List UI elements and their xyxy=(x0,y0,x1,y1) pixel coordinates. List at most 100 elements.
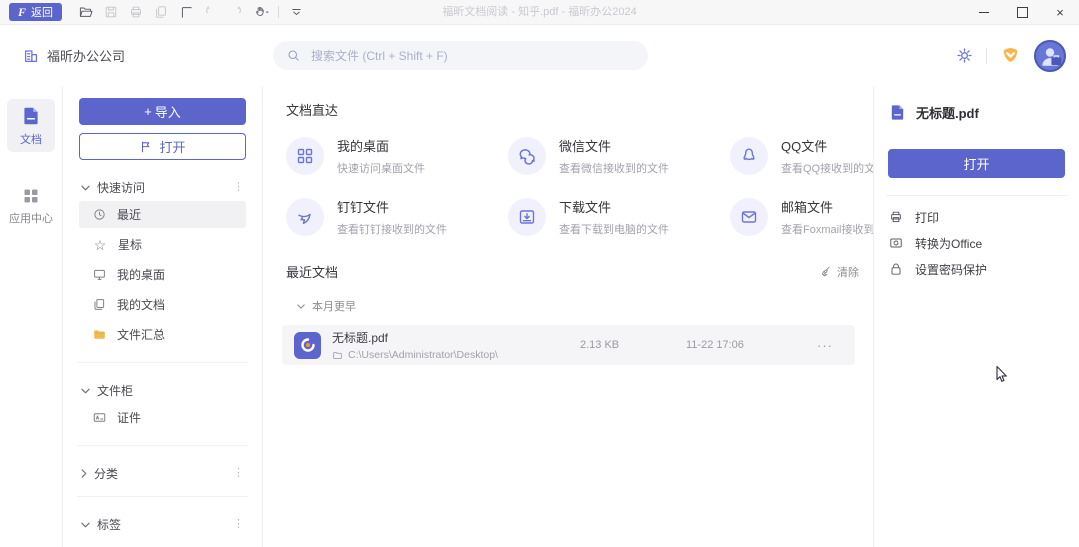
panel-action-label: 转换为Office xyxy=(915,235,982,252)
card-qq-files[interactable]: QQ文件 查看QQ接收到的文件 xyxy=(730,136,873,176)
kebab-menu-icon[interactable]: ⋮ xyxy=(233,519,244,530)
recent-group-earlier-this-month[interactable]: 本月更早 xyxy=(286,298,873,314)
sidebar-item-my-desktop[interactable]: 我的桌面 xyxy=(79,261,246,288)
card-download-files[interactable]: 下载文件 查看下载到电脑的文件 xyxy=(508,197,730,237)
panel-action-label: 设置密码保护 xyxy=(915,261,987,278)
section-tags[interactable]: 标签 ⋮ xyxy=(81,516,244,533)
panel-file-name: 无标题.pdf xyxy=(916,103,979,122)
collapse-toolbar-icon[interactable] xyxy=(288,4,304,20)
toolbar-separator xyxy=(278,6,279,18)
panel-action-convert-office[interactable]: 转换为Office xyxy=(888,230,1065,256)
card-wechat-files[interactable]: 微信文件 查看微信接收到的文件 xyxy=(508,136,730,176)
flag-icon xyxy=(139,140,153,154)
chevron-down-icon xyxy=(81,185,90,191)
plus-icon: + xyxy=(144,104,152,119)
direct-access-cards: 我的桌面 快速访问桌面文件 微信文件 查看微信接收到的文件 xyxy=(286,136,873,237)
undo-icon[interactable] xyxy=(203,4,219,20)
card-my-desktop[interactable]: 我的桌面 快速访问桌面文件 xyxy=(286,136,508,176)
card-desc: 查看微信接收到的文件 xyxy=(559,160,669,176)
card-desc: 查看Foxmail接收到的文件 xyxy=(781,221,873,237)
maximize-icon xyxy=(1017,7,1028,18)
minimize-icon xyxy=(979,12,989,13)
section-title: 文件柜 xyxy=(97,382,133,399)
section-category[interactable]: 分类 ⋮ xyxy=(81,465,244,482)
minimize-button[interactable] xyxy=(965,0,1003,24)
recent-documents-title: 最近文档 xyxy=(286,262,338,281)
rail-item-documents[interactable]: 文档 xyxy=(7,99,55,152)
sidebar-item-label: 星标 xyxy=(118,236,142,253)
search-input[interactable] xyxy=(309,48,635,64)
file-path: C:\Users\Administrator\Desktop\ xyxy=(348,349,498,361)
left-rail: 文档 应用中心 xyxy=(0,86,63,547)
document-icon xyxy=(888,103,907,122)
section-quick-access[interactable]: 快速访问 ⋮ xyxy=(81,179,244,196)
import-button[interactable]: + 导入 xyxy=(79,98,246,125)
sidebar-divider xyxy=(77,496,248,497)
back-button[interactable]: F 返回 xyxy=(9,3,62,21)
duplicate-page-icon[interactable] xyxy=(153,4,169,20)
sidebar-divider xyxy=(77,445,248,446)
card-dingtalk-files[interactable]: 钉钉文件 查看钉钉接收到的文件 xyxy=(286,197,508,237)
sidebar-item-label: 最近 xyxy=(117,206,141,223)
desktop-icon xyxy=(92,267,107,282)
chevron-right-icon xyxy=(81,469,87,478)
rail-item-label: 文档 xyxy=(20,131,42,147)
company-building-icon xyxy=(22,47,40,65)
sidebar-item-file-summary[interactable]: 文件汇总 xyxy=(79,321,246,348)
panel-action-password-protect[interactable]: 设置密码保护 xyxy=(888,256,1065,282)
folder-icon xyxy=(332,350,343,361)
sidebar-item-recent[interactable]: 最近 xyxy=(79,201,246,228)
open-button[interactable]: 打开 xyxy=(79,133,246,160)
open-folder-icon[interactable] xyxy=(78,4,94,20)
redo-icon[interactable] xyxy=(228,4,244,20)
mail-icon xyxy=(730,198,768,236)
close-icon: × xyxy=(1056,5,1064,20)
company-switcher[interactable]: 福昕办公公司 xyxy=(22,46,125,65)
import-button-label: 导入 xyxy=(155,102,181,121)
maximize-button[interactable] xyxy=(1003,0,1041,24)
recent-file-row[interactable]: 无标题.pdf C:\Users\Administrator\Desktop\ … xyxy=(282,325,855,365)
panel-open-button[interactable]: 打开 xyxy=(888,149,1065,178)
user-avatar[interactable] xyxy=(1034,40,1066,72)
rail-item-label: 应用中心 xyxy=(9,210,53,226)
settings-gear-icon[interactable] xyxy=(955,46,974,65)
card-mail-files[interactable]: 邮箱文件 查看Foxmail接收到的文件 xyxy=(730,197,873,237)
panel-action-print[interactable]: 打印 xyxy=(888,204,1065,230)
file-name: 无标题.pdf xyxy=(332,329,569,346)
search-icon xyxy=(286,48,301,63)
close-button[interactable]: × xyxy=(1041,0,1079,24)
panel-open-label: 打开 xyxy=(963,154,989,173)
pdf-file-icon xyxy=(294,332,321,359)
file-path-row: C:\Users\Administrator\Desktop\ xyxy=(332,349,569,361)
wechat-icon xyxy=(508,137,546,175)
kebab-menu-icon[interactable]: ⋮ xyxy=(233,182,244,193)
dingtalk-icon xyxy=(286,198,324,236)
apps-grid-icon xyxy=(21,186,41,206)
save-icon[interactable] xyxy=(103,4,119,20)
header: 福昕办公公司 xyxy=(0,25,1079,86)
sidebar-item-starred[interactable]: ☆ 星标 xyxy=(79,231,246,258)
more-icon[interactable]: ··· xyxy=(807,338,843,353)
vip-badge-icon[interactable] xyxy=(999,45,1022,67)
clear-recent-button[interactable]: 清除 xyxy=(819,264,859,280)
file-time: 11-22 17:06 xyxy=(686,339,796,351)
sidebar-item-label: 我的文档 xyxy=(117,296,165,313)
card-title: 下载文件 xyxy=(559,197,669,216)
print-icon[interactable] xyxy=(128,4,144,20)
hand-tool-icon[interactable] xyxy=(253,4,269,20)
section-file-cabinet[interactable]: 文件柜 xyxy=(81,382,244,399)
foxit-office-window: F 返回 xyxy=(0,0,1079,547)
page-remove-icon[interactable] xyxy=(178,4,194,20)
section-title: 标签 xyxy=(97,516,121,533)
search-bar[interactable] xyxy=(273,41,648,70)
card-desc: 查看下载到电脑的文件 xyxy=(559,221,669,237)
download-icon xyxy=(508,198,546,236)
my-documents-icon xyxy=(92,297,107,312)
rail-item-app-center[interactable]: 应用中心 xyxy=(7,180,55,231)
header-separator xyxy=(986,48,987,64)
chevron-down-icon xyxy=(81,388,90,394)
sidebar-item-credentials[interactable]: 证件 xyxy=(79,404,246,431)
kebab-menu-icon[interactable]: ⋮ xyxy=(233,468,244,479)
sidebar-item-my-documents[interactable]: 我的文档 xyxy=(79,291,246,318)
sidebar-divider xyxy=(77,362,248,363)
